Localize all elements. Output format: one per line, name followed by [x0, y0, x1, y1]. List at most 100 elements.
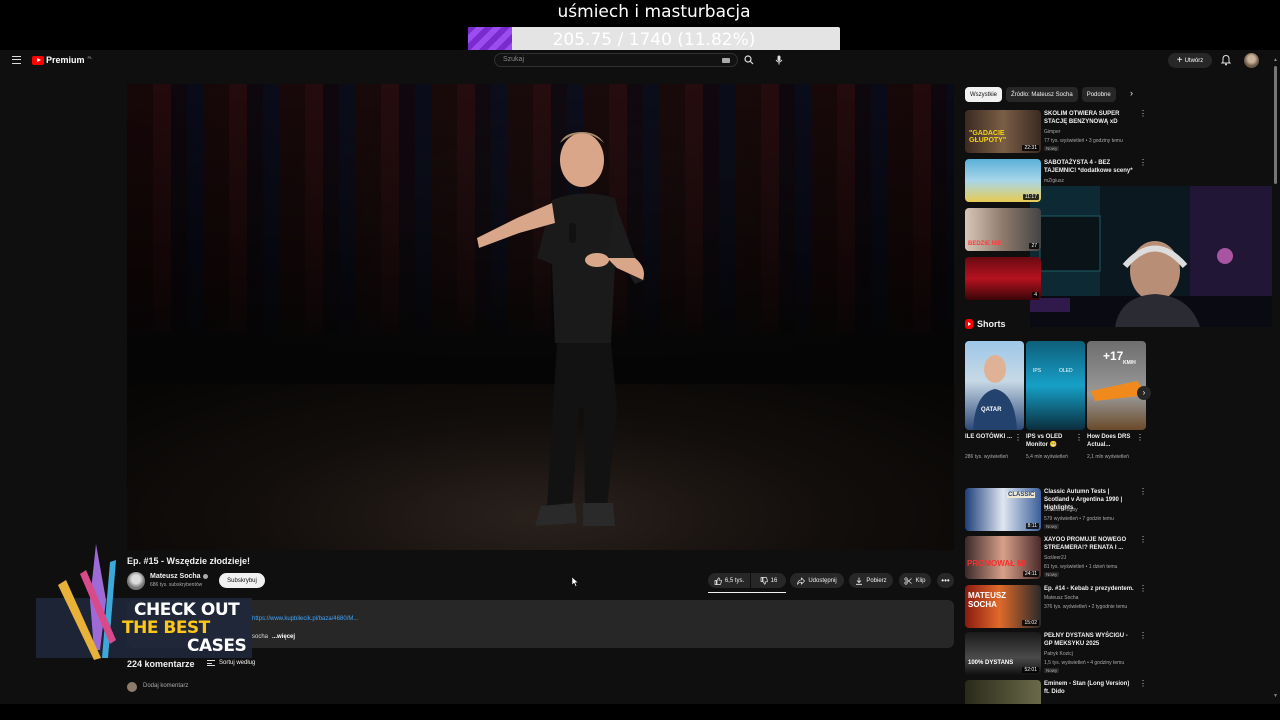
- video-duration: 15:02: [1022, 620, 1039, 626]
- notifications-bell-icon[interactable]: [1221, 54, 1231, 66]
- menu-icon[interactable]: [12, 56, 21, 64]
- video-channel[interactable]: Sośleer2J: [1044, 555, 1066, 561]
- recommended-video[interactable]: 4: [965, 257, 1145, 301]
- short-title[interactable]: ILE GOTÓWKI ...: [965, 433, 1013, 441]
- video-channel[interactable]: Mateusz Socha: [1044, 595, 1078, 601]
- recommended-video[interactable]: 11:17 SABOTAŻYSTA 4 - BEZ TAJEMNIC! *dod…: [965, 159, 1147, 203]
- video-thumbnail[interactable]: CLASSIC 8:11: [965, 488, 1041, 531]
- video-meta: 77 tys. wyświetleń • 3 godziny temu: [1044, 138, 1123, 144]
- recommended-video[interactable]: PROMOWAŁ MI 24:11 XAYOO PROMUJE NOWEGO S…: [965, 536, 1147, 580]
- video-title[interactable]: SABOTAŻYSTA 4 - BEZ TAJEMNIC! *dodatkowe…: [1044, 159, 1136, 175]
- video-channel[interactable]: Gimper: [1044, 129, 1060, 135]
- thumbnail-caption: PROMOWAŁ MI: [967, 559, 1027, 568]
- video-title[interactable]: Eminem - Stan (Long Version) ft. Dido: [1044, 680, 1136, 696]
- more-vertical-icon[interactable]: ⋮: [1139, 585, 1147, 593]
- shorts-next-button[interactable]: ›: [1137, 386, 1151, 400]
- thumbs-up-icon: [714, 576, 722, 585]
- video-meta: 376 tys. wyświetleń • 2 tygodnie temu: [1044, 604, 1128, 610]
- video-thumbnail[interactable]: 100% DYSTANS 52:01: [965, 632, 1041, 675]
- new-badge: Nowy: [1044, 572, 1060, 577]
- video-thumbnail[interactable]: "GADACIE GŁUPOTY" 22:31: [965, 110, 1041, 153]
- short-title[interactable]: How Does DRS Actual...: [1087, 433, 1135, 449]
- download-button[interactable]: Pobierz: [849, 573, 893, 588]
- more-vertical-icon[interactable]: ⋮: [1014, 433, 1022, 442]
- youtube-logo[interactable]: Premium PL: [32, 55, 92, 65]
- player-photo: [973, 355, 1017, 430]
- scrollbar-thumb[interactable]: [1274, 66, 1277, 184]
- short-thumbnail[interactable]: IPS OLED: [1026, 341, 1085, 430]
- share-label: Udostępnij: [808, 577, 837, 584]
- promo-line-2: THE BEST: [122, 618, 210, 638]
- show-more-link[interactable]: ...więcej: [272, 634, 295, 640]
- sort-comments-button[interactable]: Sortuj według: [207, 660, 255, 666]
- like-button[interactable]: 6,5 tys.: [708, 573, 750, 588]
- video-title[interactable]: PEŁNY DYSTANS WYŚCIGU - GP MEKSYKU 2025: [1044, 632, 1136, 648]
- video-thumbnail[interactable]: MATEUSZ SOCHA 15:02: [965, 585, 1041, 628]
- video-channel[interactable]: Scottish Rugby: [1044, 507, 1078, 513]
- more-vertical-icon[interactable]: ⋮: [1139, 632, 1147, 640]
- more-vertical-icon[interactable]: ⋮: [1139, 159, 1147, 167]
- short-views: 5,4 mln wyświetleń: [1026, 454, 1068, 460]
- thumbnail-caption: MATEUSZ SOCHA: [968, 591, 1007, 609]
- chips-next-arrow-icon[interactable]: ›: [1130, 88, 1133, 98]
- more-vertical-icon[interactable]: ⋮: [1139, 680, 1145, 688]
- more-vertical-icon[interactable]: ⋮: [1139, 536, 1147, 544]
- keyboard-icon[interactable]: [722, 58, 730, 63]
- more-actions-button[interactable]: •••: [937, 573, 954, 588]
- comments-count: 224 komentarze: [127, 659, 195, 669]
- more-vertical-icon[interactable]: ⋮: [1136, 433, 1144, 442]
- search-icon[interactable]: [744, 55, 754, 65]
- search-placeholder: Szukaj: [503, 56, 525, 63]
- description-snippet: socha: [252, 634, 269, 640]
- chip-all[interactable]: Wszystkie: [965, 87, 1002, 102]
- video-channel[interactable]: Patryk Kozicj: [1044, 651, 1073, 657]
- add-comment-input[interactable]: Dodaj komentarz: [143, 683, 188, 689]
- video-thumbnail[interactable]: PROMOWAŁ MI 24:11: [965, 536, 1041, 579]
- short-thumbnail[interactable]: +17 KM/H: [1087, 341, 1146, 430]
- video-thumbnail[interactable]: BEDZIE NIE 27: [965, 208, 1041, 251]
- shorts-title: Shorts: [977, 319, 1006, 329]
- new-badge: Nowy: [1044, 146, 1060, 151]
- recommended-video[interactable]: "GADACIE GŁUPOTY" 22:31 SKOLIM OTWIERA S…: [965, 110, 1147, 154]
- video-duration: 8:11: [1025, 523, 1039, 529]
- recommended-video[interactable]: 100% DYSTANS 52:01 PEŁNY DYSTANS WYŚCIGU…: [965, 632, 1147, 676]
- create-button[interactable]: + Utwórz: [1168, 53, 1212, 68]
- bottom-letterbox: [0, 704, 1280, 720]
- more-vertical-icon[interactable]: ⋮: [1075, 433, 1083, 442]
- video-title[interactable]: SKOLIM OTWIERA SUPER STACJĘ BENZYNOWĄ xD: [1044, 110, 1136, 126]
- top-bar: Premium PL Szukaj + Utwórz: [0, 50, 1280, 72]
- recommended-video[interactable]: BEDZIE NIE 27: [965, 208, 1145, 252]
- video-duration: 52:01: [1022, 667, 1039, 673]
- video-channel[interactable]: mZigiusz: [1044, 178, 1064, 184]
- dislike-button[interactable]: 16: [751, 573, 786, 588]
- scroll-down-arrow-icon[interactable]: ▼: [1273, 693, 1278, 699]
- chip-from-channel[interactable]: Źródło: Mateusz Socha: [1006, 87, 1078, 102]
- more-vertical-icon[interactable]: ⋮: [1139, 110, 1147, 118]
- video-player[interactable]: [127, 84, 954, 550]
- clip-button[interactable]: Klip: [899, 573, 931, 588]
- account-avatar[interactable]: [1244, 53, 1259, 68]
- video-meta: 1,5 tys. wyświetleń • 4 godziny temu: [1044, 660, 1125, 666]
- share-button[interactable]: Udostępnij: [790, 573, 844, 588]
- search-input[interactable]: Szukaj: [494, 53, 738, 67]
- mouse-cursor-icon: [572, 577, 579, 587]
- download-label: Pobierz: [866, 577, 887, 584]
- scroll-up-arrow-icon[interactable]: ▲: [1273, 57, 1278, 63]
- chip-related[interactable]: Podobne: [1081, 87, 1116, 102]
- thumbnail-caption: BEDZIE NIE: [968, 241, 1002, 247]
- short-title[interactable]: IPS vs OLED Monitor 😬: [1026, 433, 1074, 449]
- description-link[interactable]: https://www.kupbilecik.pl/baza/4680/M...: [252, 616, 358, 622]
- recommended-video[interactable]: MATEUSZ SOCHA 15:02 Ep. #14 - Kebab z pr…: [965, 585, 1147, 629]
- video-title[interactable]: XAYOO PROMUJE NOWEGO STREAMERA!? RENATA …: [1044, 536, 1136, 552]
- short-thumbnail[interactable]: QATAR: [965, 341, 1024, 430]
- video-thumbnail[interactable]: [965, 680, 1041, 704]
- video-thumbnail[interactable]: 11:17: [965, 159, 1041, 202]
- recommended-video[interactable]: Eminem - Stan (Long Version) ft. Dido ⋮: [965, 680, 1145, 704]
- stream-progress-text: 205.75 / 1740 (11.82%): [552, 30, 756, 50]
- recommended-video[interactable]: CLASSIC 8:11 Classic Autumn Tests | Scot…: [965, 488, 1147, 532]
- more-vertical-icon[interactable]: ⋮: [1139, 488, 1147, 496]
- video-thumbnail[interactable]: 4: [965, 257, 1041, 300]
- comedian-figure: [477, 132, 645, 526]
- microphone-icon[interactable]: [773, 54, 785, 66]
- video-title[interactable]: Ep. #14 - Kebab z prezydentem.: [1044, 585, 1136, 593]
